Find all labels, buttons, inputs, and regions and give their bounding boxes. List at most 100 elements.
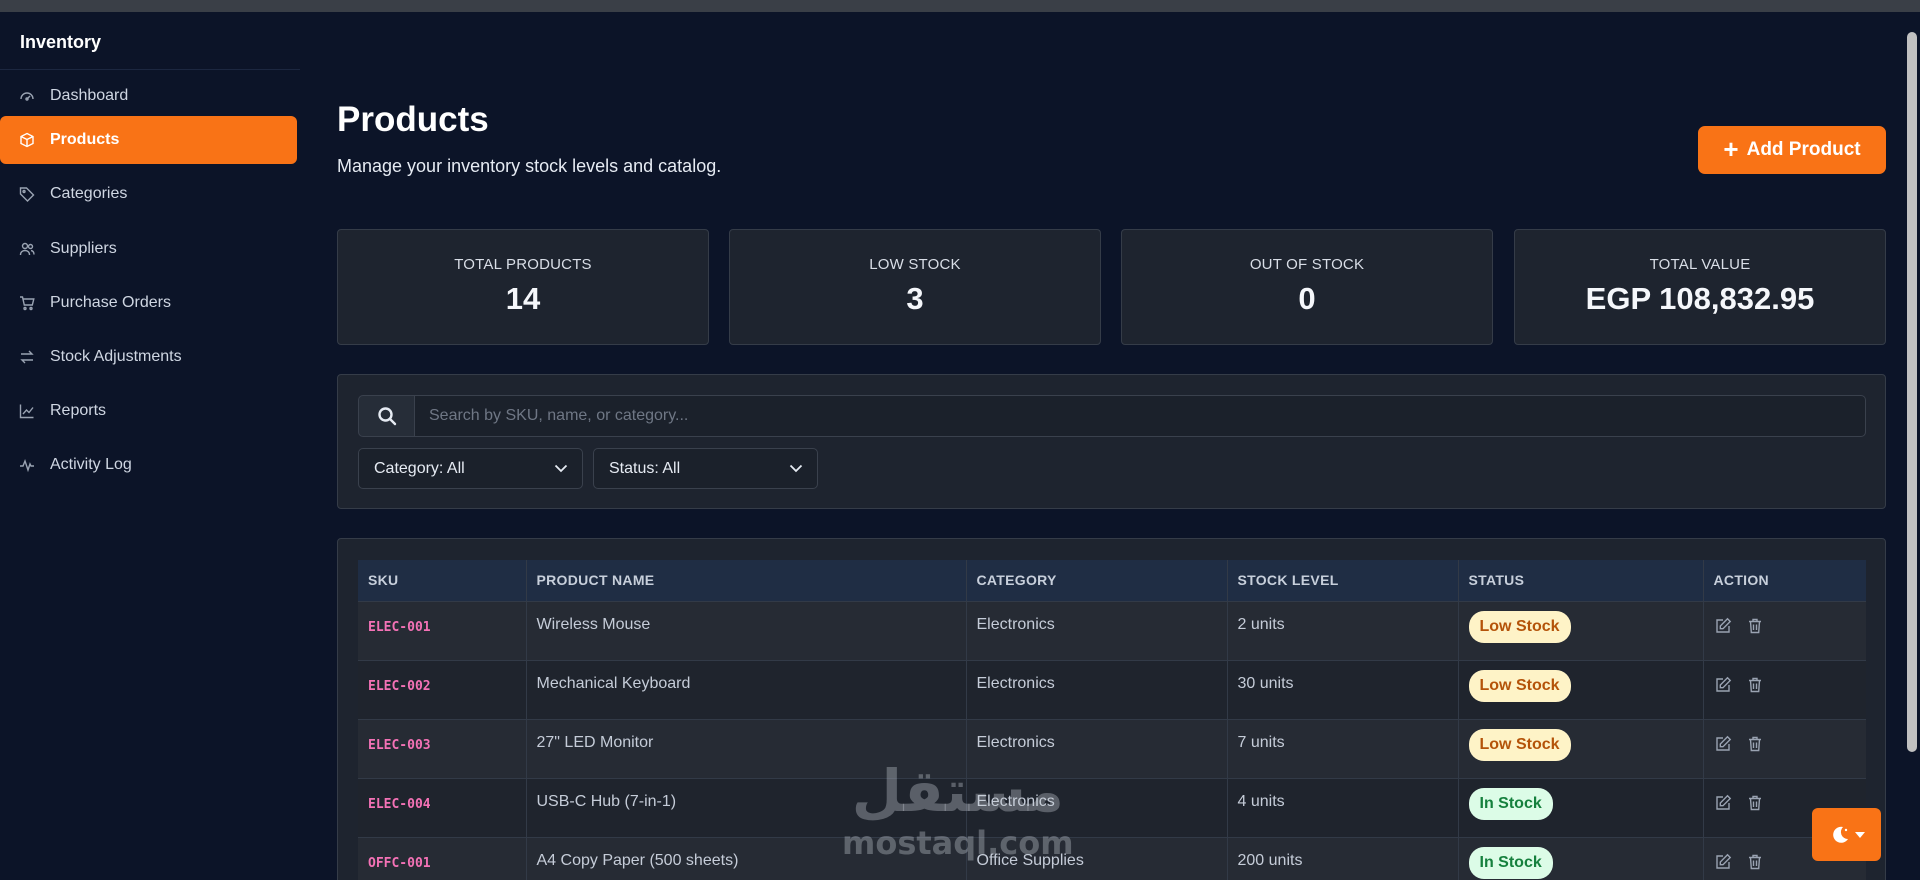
pulse-icon xyxy=(18,456,36,474)
stat-value: 3 xyxy=(906,281,924,316)
sidebar-item-label: Stock Adjustments xyxy=(50,348,182,365)
status-select-value: Status: All xyxy=(609,459,681,477)
sidebar-item-dashboard[interactable]: Dashboard xyxy=(0,72,297,120)
stat-label: TOTAL VALUE xyxy=(1649,256,1751,273)
stat-value: EGP 108,832.95 xyxy=(1585,281,1815,316)
status-badge: Low Stock xyxy=(1468,728,1571,761)
products-table: SKU PRODUCT NAME CATEGORY STOCK LEVEL ST… xyxy=(358,560,1866,880)
cell-actions xyxy=(1703,660,1866,720)
stat-label: LOW STOCK xyxy=(869,256,961,273)
cell-status: Low Stock xyxy=(1458,601,1704,661)
status-badge: Low Stock xyxy=(1468,669,1571,702)
cell-sku: OFFC-001 xyxy=(358,837,527,880)
delete-icon[interactable] xyxy=(1746,735,1764,753)
add-product-label: Add Product xyxy=(1746,139,1861,160)
products-table-card: SKU PRODUCT NAME CATEGORY STOCK LEVEL ST… xyxy=(337,538,1886,880)
cart-icon xyxy=(18,294,36,312)
edit-icon[interactable] xyxy=(1714,676,1732,694)
sidebar-item-categories[interactable]: Categories xyxy=(0,170,297,218)
search-input[interactable] xyxy=(415,395,1866,437)
stat-total-value: TOTAL VALUE EGP 108,832.95 xyxy=(1514,229,1886,345)
arrows-icon xyxy=(18,348,36,366)
brand-title: Inventory xyxy=(0,12,300,70)
column-header-product-name[interactable]: PRODUCT NAME xyxy=(526,560,967,602)
watermark-logo: مستقل mostaql.com xyxy=(842,762,1074,862)
sku-text: ELEC-003 xyxy=(368,737,431,753)
page-subtitle: Manage your inventory stock levels and c… xyxy=(337,156,722,176)
cell-stock-level: 200 units xyxy=(1227,837,1459,880)
edit-icon[interactable] xyxy=(1714,735,1732,753)
edit-icon[interactable] xyxy=(1714,794,1732,812)
cell-status: Low Stock xyxy=(1458,660,1704,720)
cell-status: Low Stock xyxy=(1458,719,1704,779)
cell-status: In Stock xyxy=(1458,778,1704,838)
stat-value: 14 xyxy=(505,281,541,316)
table-header-row: SKU PRODUCT NAME CATEGORY STOCK LEVEL ST… xyxy=(358,560,1866,602)
sidebar-item-activity-log[interactable]: Activity Log xyxy=(0,441,297,489)
category-select[interactable]: Category: All xyxy=(358,448,583,489)
add-product-button[interactable]: + Add Product xyxy=(1698,126,1886,174)
column-header-sku[interactable]: SKU xyxy=(358,560,527,602)
box-icon xyxy=(18,131,36,149)
search-bar xyxy=(358,395,1866,437)
users-icon xyxy=(18,240,36,258)
sidebar-item-label: Products xyxy=(50,131,120,148)
page-scrollbar[interactable] xyxy=(1904,12,1920,880)
column-header-action: ACTION xyxy=(1703,560,1866,602)
column-header-status[interactable]: STATUS xyxy=(1458,560,1704,602)
scrollbar-thumb[interactable] xyxy=(1907,32,1917,752)
cell-sku: ELEC-001 xyxy=(358,601,527,661)
delete-icon[interactable] xyxy=(1746,617,1764,635)
stat-total-products: TOTAL PRODUCTS 14 xyxy=(337,229,709,345)
filter-panel: Category: All Status: All xyxy=(337,374,1886,509)
sku-text: ELEC-004 xyxy=(368,796,431,812)
delete-icon[interactable] xyxy=(1746,676,1764,694)
table-row: OFFC-001 A4 Copy Paper (500 sheets) Offi… xyxy=(358,837,1866,880)
plus-icon: + xyxy=(1723,133,1739,164)
sidebar: Inventory Dashboard Products Categories … xyxy=(0,12,300,880)
sidebar-item-label: Dashboard xyxy=(50,87,129,104)
cell-stock-level: 30 units xyxy=(1227,660,1459,720)
sidebar-item-suppliers[interactable]: Suppliers xyxy=(0,225,297,273)
cell-category: Electronics xyxy=(966,601,1228,661)
chevron-down-icon xyxy=(789,464,803,473)
sku-text: OFFC-001 xyxy=(368,855,431,871)
sidebar-item-stock-adjustments[interactable]: Stock Adjustments xyxy=(0,333,297,381)
status-badge: In Stock xyxy=(1468,846,1553,879)
delete-icon[interactable] xyxy=(1746,794,1764,812)
cell-product-name: Wireless Mouse xyxy=(526,601,967,661)
dashboard-icon xyxy=(18,87,36,105)
search-icon[interactable] xyxy=(358,395,415,437)
moon-icon xyxy=(1832,826,1848,843)
column-header-stock-level[interactable]: STOCK LEVEL xyxy=(1227,560,1459,602)
table-row: ELEC-004 USB-C Hub (7-in-1) Electronics … xyxy=(358,778,1866,838)
status-select[interactable]: Status: All xyxy=(593,448,818,489)
sidebar-item-products[interactable]: Products xyxy=(0,116,297,164)
page-title: Products xyxy=(337,100,489,139)
sidebar-item-label: Suppliers xyxy=(50,240,117,257)
cell-actions xyxy=(1703,601,1866,661)
sidebar-item-label: Activity Log xyxy=(50,456,132,473)
watermark-latin: mostaql.com xyxy=(842,824,1074,862)
tag-icon xyxy=(18,185,36,203)
stat-label: TOTAL PRODUCTS xyxy=(454,256,592,273)
sidebar-item-reports[interactable]: Reports xyxy=(0,387,297,435)
sidebar-item-purchase-orders[interactable]: Purchase Orders xyxy=(0,279,297,327)
edit-icon[interactable] xyxy=(1714,853,1732,871)
sidebar-item-label: Categories xyxy=(50,185,128,202)
chart-icon xyxy=(18,402,36,420)
cell-status: In Stock xyxy=(1458,837,1704,880)
cell-product-name: Mechanical Keyboard xyxy=(526,660,967,720)
status-badge: Low Stock xyxy=(1468,610,1571,643)
theme-toggle-button[interactable] xyxy=(1812,808,1881,861)
cell-category: Electronics xyxy=(966,660,1228,720)
cell-sku: ELEC-002 xyxy=(358,660,527,720)
cell-sku: ELEC-003 xyxy=(358,719,527,779)
edit-icon[interactable] xyxy=(1714,617,1732,635)
table-row: ELEC-003 27" LED Monitor Electronics 7 u… xyxy=(358,719,1866,779)
cell-actions xyxy=(1703,719,1866,779)
column-header-category[interactable]: CATEGORY xyxy=(966,560,1228,602)
sku-text: ELEC-002 xyxy=(368,678,431,694)
caret-down-icon xyxy=(1854,831,1865,838)
delete-icon[interactable] xyxy=(1746,853,1764,871)
